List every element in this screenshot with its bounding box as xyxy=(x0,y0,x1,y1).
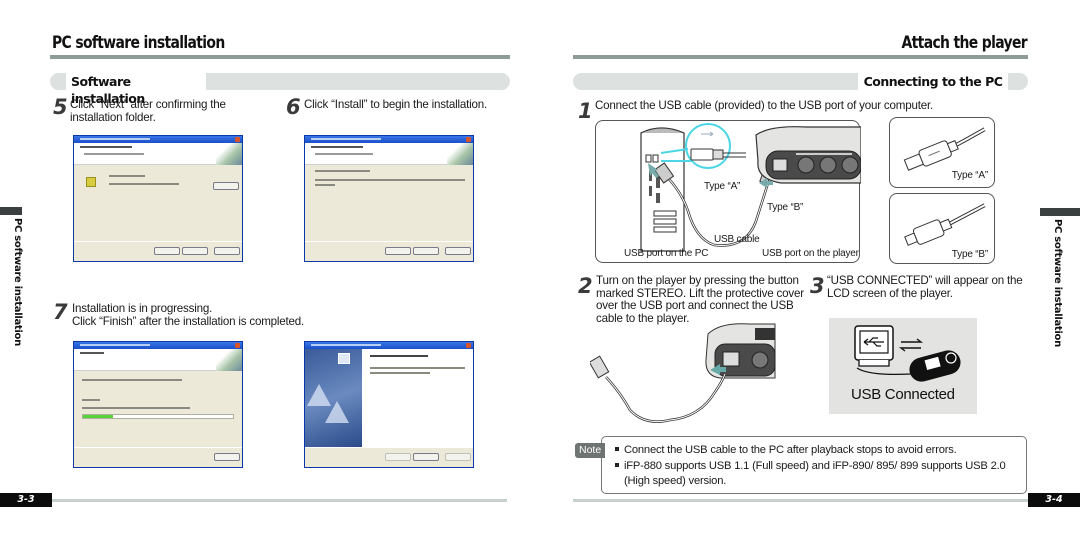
page-number-right: 3-4 xyxy=(1028,493,1080,507)
step-2-text: Turn on the player by pressing the butto… xyxy=(596,274,804,325)
wizard-image-icon xyxy=(216,349,242,371)
footer-rule-left xyxy=(52,499,507,502)
dialog-titlebar xyxy=(305,342,473,349)
title-rule-right xyxy=(573,55,1028,59)
wizard-side-artwork xyxy=(305,349,362,447)
mp3-player-icon xyxy=(909,350,961,382)
step-5-line-1: Click “Next” after confirming the xyxy=(70,98,226,111)
install-progress-fill xyxy=(83,415,113,418)
step-number-6: 6 xyxy=(286,95,301,119)
note-item-1: Connect the USB cable to the PC after pl… xyxy=(615,444,957,457)
connector-type-a-panel: Type “A” xyxy=(889,117,995,188)
side-tab-marker-right xyxy=(1040,208,1080,216)
computer-icon xyxy=(338,353,350,364)
cancel-button xyxy=(214,247,240,255)
next-button xyxy=(182,247,208,255)
computer-monitor-icon xyxy=(854,325,894,367)
bullet-icon xyxy=(615,447,619,451)
usb-connection-diagram: Type “A” Type “B” USB cable USB port on … xyxy=(595,120,862,263)
wizard-image-icon xyxy=(447,143,473,165)
step-3-text: “USB CONNECTED” will appear on the LCD s… xyxy=(827,274,1023,300)
step-5-line-2: installation folder. xyxy=(70,110,156,124)
dialog-titlebar xyxy=(74,342,242,349)
folder-icon xyxy=(86,177,96,187)
section-heading-software-installation: Software installation xyxy=(66,73,206,106)
title-rule-left xyxy=(50,55,510,59)
connector-caption-type-a: Type “A” xyxy=(951,170,988,181)
step-5-text: Click “Next” after confirming the instal… xyxy=(70,98,226,124)
side-tab-label-left: PC software installation xyxy=(12,218,23,346)
connector-caption-type-b: Type “B” xyxy=(951,249,988,260)
dialog-wizard-complete-screenshot xyxy=(304,341,474,468)
step-7-text: Installation is in progressing. Click “F… xyxy=(72,302,305,328)
step-2-line-3: over the USB port and connect the USB xyxy=(596,299,794,312)
note-item-2-text: iFP-880 supports USB 1.1 (Full speed) an… xyxy=(624,460,1006,472)
note-item-2-continued: (High speed) version. xyxy=(624,475,727,487)
step-number-2: 2 xyxy=(578,274,593,298)
browse-button xyxy=(213,182,239,190)
page-title-left: PC software installation xyxy=(52,33,225,53)
caption-type-a: Type “A” xyxy=(704,181,741,192)
usb-connected-screen: USB Connected xyxy=(829,318,977,414)
close-icon xyxy=(235,137,240,142)
dialog-ready-to-install-screenshot xyxy=(304,135,474,262)
player-device-icon xyxy=(755,126,862,184)
step-3-line-2: LCD screen of the player. xyxy=(827,286,953,300)
player-usb-connection-illustration xyxy=(590,323,776,423)
cancel-button xyxy=(214,453,240,461)
usb-connected-label: USB Connected xyxy=(851,386,955,403)
step-6-text: Click “Install” to begin the installatio… xyxy=(304,98,487,112)
dialog-titlebar xyxy=(74,136,242,143)
step-2-line-1: Turn on the player by pressing the butto… xyxy=(596,274,799,287)
note-item-1-text: Connect the USB cable to the PC after pl… xyxy=(624,444,957,456)
usb-a-plug-icon xyxy=(590,355,610,379)
install-progress-bar xyxy=(82,414,234,419)
connector-type-b-panel: Type “B” xyxy=(889,193,995,264)
step-1-line-1: Connect the USB cable (provided) to the … xyxy=(595,99,934,112)
footer-rule-right xyxy=(573,499,1028,502)
step-number-3: 3 xyxy=(810,274,825,298)
back-button xyxy=(385,247,411,255)
step-number-5: 5 xyxy=(53,95,68,119)
caption-type-b: Type “B” xyxy=(767,202,804,213)
cable-icon xyxy=(856,367,912,376)
wizard-image-icon xyxy=(216,143,242,165)
dialog-setup-status-screenshot xyxy=(73,341,243,468)
note-item-2: iFP-880 supports USB 1.1 (Full speed) an… xyxy=(615,460,1006,473)
close-icon xyxy=(466,343,471,348)
finish-button xyxy=(413,453,439,461)
page-number-left: 3-3 xyxy=(0,493,52,507)
back-button xyxy=(154,247,180,255)
close-icon xyxy=(466,137,471,142)
section-heading-connecting-to-pc: Connecting to the PC xyxy=(858,73,1008,90)
install-button xyxy=(413,247,439,255)
step-number-1: 1 xyxy=(578,99,593,123)
caption-usb-cable: USB cable xyxy=(714,234,760,245)
back-button xyxy=(385,453,411,461)
step-7-line-2: Click “Finish” after the installation is… xyxy=(72,314,305,328)
cancel-button xyxy=(445,453,471,461)
page-title-right: Attach the player xyxy=(901,33,1028,53)
step-1-text: Connect the USB cable (provided) to the … xyxy=(595,99,934,113)
caption-usb-port-pc: USB port on the PC xyxy=(624,248,709,259)
note-badge: Note xyxy=(575,443,606,458)
close-icon xyxy=(235,343,240,348)
step-number-7: 7 xyxy=(53,300,68,324)
side-tab-marker-left xyxy=(0,207,22,215)
dialog-choose-destination-screenshot xyxy=(73,135,243,262)
side-tab-label-right: PC software installation xyxy=(1052,219,1063,347)
cancel-button xyxy=(445,247,471,255)
step-7-line-1: Installation is in progressing. xyxy=(72,302,213,315)
bullet-icon xyxy=(615,463,619,467)
dialog-titlebar xyxy=(305,136,473,143)
step-3-line-1: “USB CONNECTED” will appear on the xyxy=(827,274,1023,287)
transfer-arrows-icon xyxy=(898,338,924,352)
usb-connected-illustration xyxy=(854,325,961,382)
step-6-line-1: Click “Install” to begin the installatio… xyxy=(304,98,487,111)
caption-usb-port-player: USB port on the player xyxy=(762,248,859,259)
